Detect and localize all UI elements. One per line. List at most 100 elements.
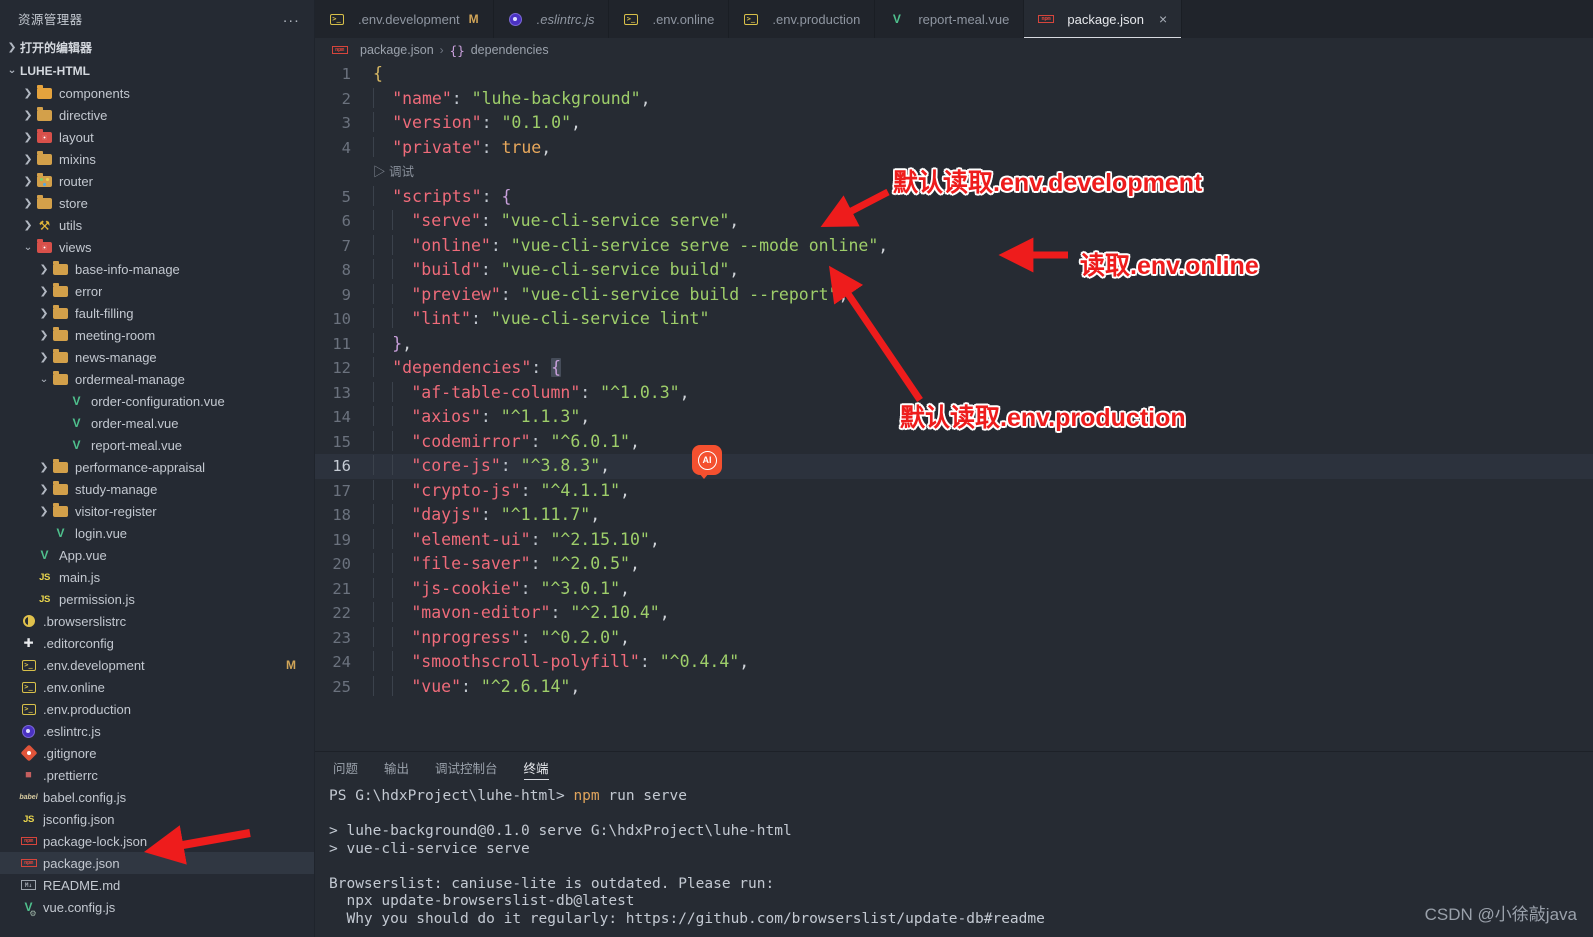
tree-item-browserslistrc[interactable]: ❯.browserslistrc (0, 610, 314, 632)
tree-item-permission-js[interactable]: ❯JSpermission.js (0, 588, 314, 610)
tree-item-order-configuration-vue[interactable]: ❯Vorder-configuration.vue (0, 390, 314, 412)
tree-item-report-meal-vue[interactable]: ❯Vreport-meal.vue (0, 434, 314, 456)
editor-tab-env-development[interactable]: >_ .env.development M (315, 0, 494, 38)
code-line-7[interactable]: 7 "online": "vue-cli-service serve --mode… (315, 234, 1593, 259)
tree-item-editorconfig[interactable]: ❯✚.editorconfig (0, 632, 314, 654)
panel-tab-问题[interactable]: 问题 (333, 752, 358, 782)
tree-item-eslintrc-js[interactable]: ❯.eslintrc.js (0, 720, 314, 742)
code-line-6[interactable]: 6 "serve": "vue-cli-service serve", (315, 209, 1593, 234)
tree-item-store[interactable]: ❯ store (0, 192, 314, 214)
code-line-1[interactable]: 1{ (315, 62, 1593, 87)
chevron-right-icon[interactable]: ❯ (35, 352, 53, 363)
tree-item-base-info-manage[interactable]: ❯ base-info-manage (0, 258, 314, 280)
code-line-16[interactable]: 16 "core-js": "^3.8.3", (315, 454, 1593, 479)
chevron-down-icon[interactable]: ⌄ (19, 242, 37, 253)
tree-item-visitor-register[interactable]: ❯ visitor-register (0, 500, 314, 522)
code-line-17[interactable]: 17 "crypto-js": "^4.1.1", (315, 479, 1593, 504)
tree-item-directive[interactable]: ❯ directive (0, 104, 314, 126)
chevron-right-icon[interactable]: ❯ (19, 220, 37, 231)
chevron-right-icon[interactable]: ❯ (19, 176, 37, 187)
tree-item-utils[interactable]: ❯ ⚒ utils (0, 214, 314, 236)
code-line-2[interactable]: 2 "name": "luhe-background", (315, 87, 1593, 112)
chevron-right-icon[interactable]: ❯ (35, 264, 53, 275)
editor-tab-eslintrc-js[interactable]: .eslintrc.js (493, 0, 610, 38)
chevron-right-icon[interactable]: ❯ (19, 198, 37, 209)
code-line-20[interactable]: 20 "file-saver": "^2.0.5", (315, 552, 1593, 577)
code-line-22[interactable]: 22 "mavon-editor": "^2.10.4", (315, 601, 1593, 626)
chevron-right-icon[interactable]: ❯ (35, 506, 53, 517)
tree-item-package-json[interactable]: ❯npmpackage.json (0, 852, 314, 874)
tree-item-login-vue[interactable]: ❯Vlogin.vue (0, 522, 314, 544)
tree-item-main-js[interactable]: ❯JSmain.js (0, 566, 314, 588)
editor-tab-env-production[interactable]: >_ .env.production (729, 0, 876, 38)
chevron-right-icon[interactable]: ❯ (35, 462, 53, 473)
code-line-9[interactable]: 9 "preview": "vue-cli-service build --rep… (315, 283, 1593, 308)
code-line-23[interactable]: 23 "nprogress": "^0.2.0", (315, 626, 1593, 651)
chevron-right-icon[interactable]: ❯ (19, 154, 37, 165)
tree-item-babel-config-js[interactable]: ❯babelbabel.config.js (0, 786, 314, 808)
editor-tab-package-json[interactable]: npm package.json × (1024, 0, 1183, 38)
codelens-label[interactable]: ▷ 调试 (373, 160, 414, 185)
sidebar-section-project-root[interactable]: ⌄ LUHE-HTML (0, 59, 314, 82)
tree-item-views[interactable]: ⌄ views (0, 236, 314, 258)
tree-item-meeting-room[interactable]: ❯ meeting-room (0, 324, 314, 346)
code-line-24[interactable]: 24 "smoothscroll-polyfill": "^0.4.4", (315, 650, 1593, 675)
chevron-right-icon[interactable]: ❯ (35, 484, 53, 495)
code-line-4[interactable]: 4 "private": true, (315, 136, 1593, 161)
breadcrumb-symbol[interactable]: dependencies (471, 43, 549, 57)
more-actions-icon[interactable]: ... (283, 10, 300, 25)
code-line-3[interactable]: 3 "version": "0.1.0", (315, 111, 1593, 136)
panel-tab-调试控制台[interactable]: 调试控制台 (435, 752, 498, 782)
tree-item-news-manage[interactable]: ❯ news-manage (0, 346, 314, 368)
chevron-right-icon[interactable]: ❯ (35, 286, 53, 297)
breadcrumb-file[interactable]: package.json (360, 43, 434, 57)
sidebar-section-open-editors[interactable]: ❯ 打开的编辑器 (0, 36, 314, 59)
panel-tabbar[interactable]: 问题 输出 调试控制台 终端 (315, 752, 1593, 782)
code-line-18[interactable]: 18 "dayjs": "^1.11.7", (315, 503, 1593, 528)
tree-item-gitignore[interactable]: ❯.gitignore (0, 742, 314, 764)
chevron-right-icon[interactable]: ❯ (35, 330, 53, 341)
close-icon[interactable]: × (1159, 11, 1167, 27)
tree-item-layout[interactable]: ❯ layout (0, 126, 314, 148)
code-line-11[interactable]: 11}, (315, 332, 1593, 357)
code-line-21[interactable]: 21 "js-cookie": "^3.0.1", (315, 577, 1593, 602)
code-line-25[interactable]: 25 "vue": "^2.6.14", (315, 675, 1593, 700)
code-line-12[interactable]: 12 "dependencies": { (315, 356, 1593, 381)
chevron-right-icon[interactable]: ❯ (19, 110, 37, 121)
code-line-8[interactable]: 8 "build": "vue-cli-service build", (315, 258, 1593, 283)
code-line-19[interactable]: 19 "element-ui": "^2.15.10", (315, 528, 1593, 553)
tree-item-env-development[interactable]: ❯>_.env.developmentM (0, 654, 314, 676)
panel-tab-终端[interactable]: 终端 (523, 752, 549, 782)
tree-item-performance-appraisal[interactable]: ❯ performance-appraisal (0, 456, 314, 478)
terminal-output[interactable]: PS G:\hdxProject\luhe-html> npm run serv… (315, 782, 1593, 937)
tree-item-label: order-configuration.vue (91, 393, 225, 409)
chevron-down-icon[interactable]: ⌄ (35, 374, 53, 385)
chevron-right-icon[interactable]: ❯ (19, 132, 37, 143)
tree-item-package-lock-json[interactable]: ❯npmpackage-lock.json (0, 830, 314, 852)
tree-item-router[interactable]: ❯ router (0, 170, 314, 192)
tree-item-ordermeal-manage[interactable]: ⌄ ordermeal-manage (0, 368, 314, 390)
tree-item-env-online[interactable]: ❯>_.env.online (0, 676, 314, 698)
tree-item-jsconfig-json[interactable]: ❯JSjsconfig.json (0, 808, 314, 830)
breadcrumb[interactable]: npm package.json › {} dependencies (315, 38, 1593, 62)
tree-item-mixins[interactable]: ❯ mixins (0, 148, 314, 170)
tree-item-vue-config-js[interactable]: ❯Vvue.config.js (0, 896, 314, 919)
tree-item-components[interactable]: ❯ components (0, 82, 314, 104)
tree-item-error[interactable]: ❯ error (0, 280, 314, 302)
tree-item-order-meal-vue[interactable]: ❯Vorder-meal.vue (0, 412, 314, 434)
chevron-right-icon[interactable]: ❯ (35, 308, 53, 319)
tree-item-app-vue[interactable]: ❯VApp.vue (0, 544, 314, 566)
editor-tab-report-meal-vue[interactable]: Vreport-meal.vue (875, 0, 1025, 38)
editor-tab-env-online[interactable]: >_ .env.online (609, 0, 730, 38)
ai-assistant-badge[interactable]: AI (692, 445, 722, 479)
code-line-10[interactable]: 10 "lint": "vue-cli-service lint" (315, 307, 1593, 332)
tree-item-prettierrc[interactable]: ❯■.prettierrc (0, 764, 314, 786)
tree-item-fault-filling[interactable]: ❯ fault-filling (0, 302, 314, 324)
tree-item-readme-md[interactable]: ❯M↓README.md (0, 874, 314, 896)
tree-item-env-production[interactable]: ❯>_.env.production (0, 698, 314, 720)
editor-tabbar[interactable]: >_ .env.development M .eslintrc.js >_ .env.on… (315, 0, 1593, 38)
panel-tab-输出[interactable]: 输出 (384, 752, 409, 782)
file-tree[interactable]: ❯ components ❯ directive ❯ layout ❯ mixins ❯ rout… (0, 82, 314, 937)
chevron-right-icon[interactable]: ❯ (19, 88, 37, 99)
tree-item-study-manage[interactable]: ❯ study-manage (0, 478, 314, 500)
